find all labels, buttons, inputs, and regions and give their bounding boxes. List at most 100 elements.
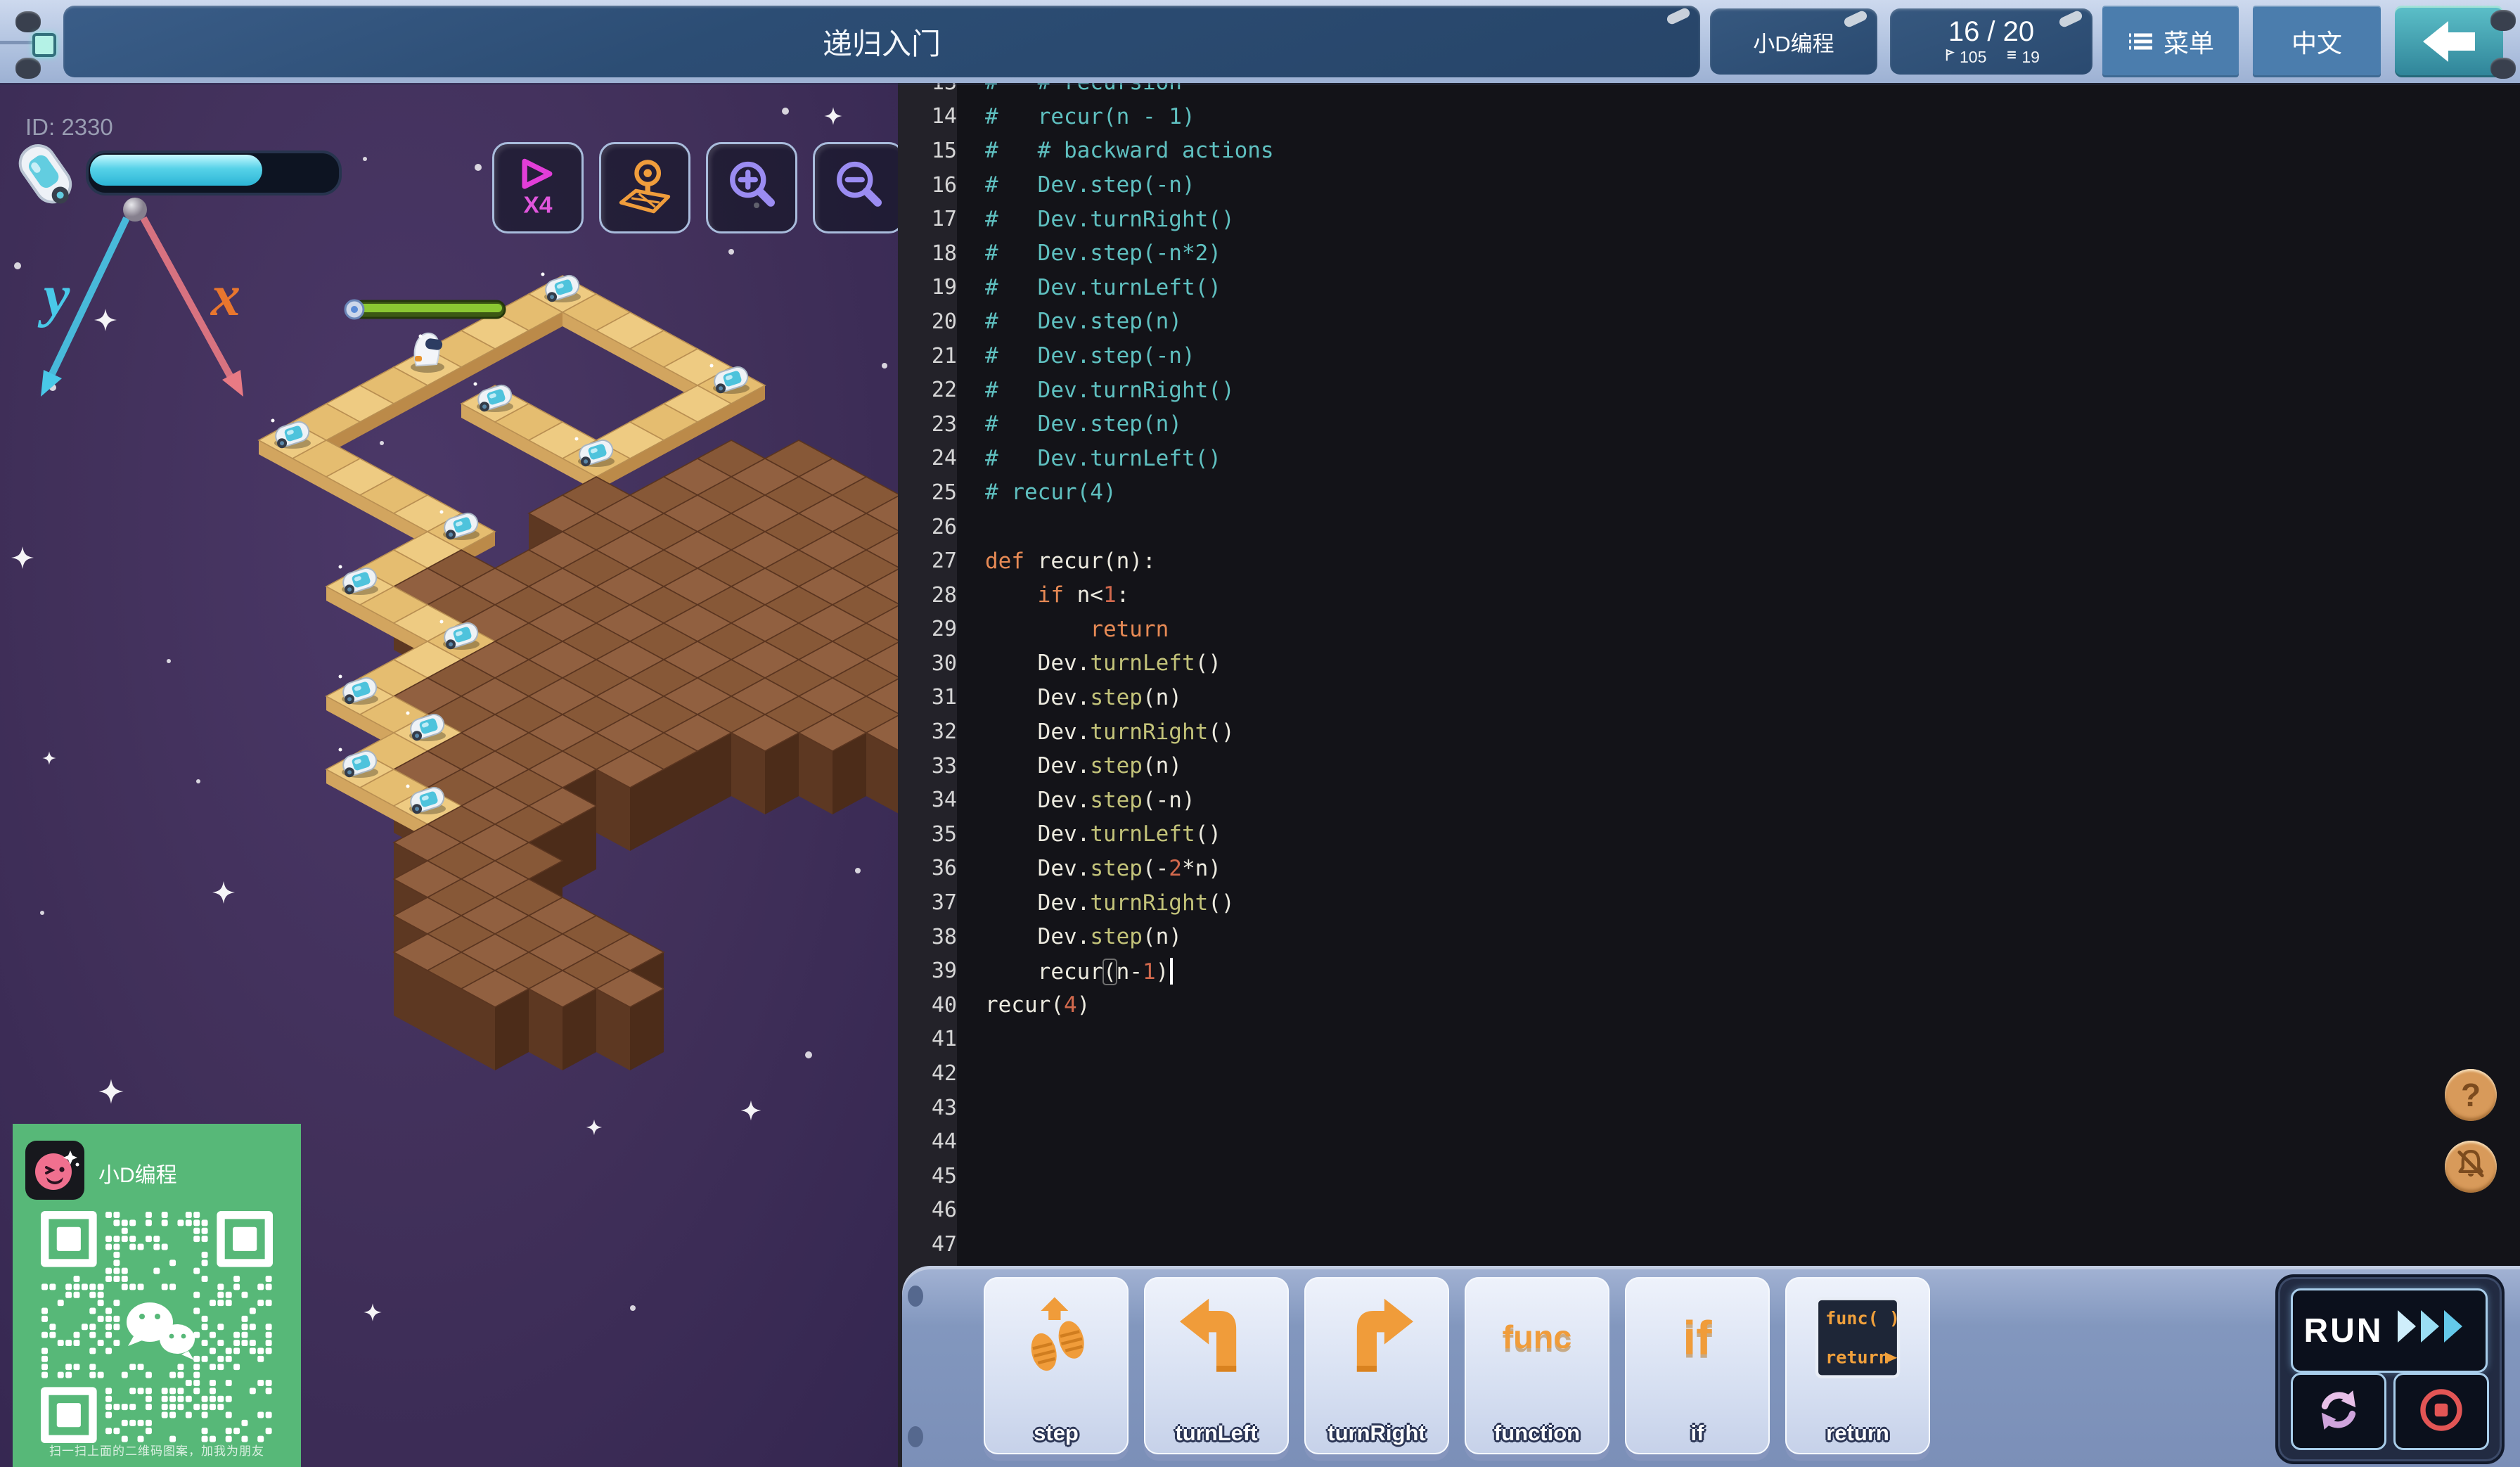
line-number: 32: [931, 719, 957, 745]
map-button[interactable]: [599, 142, 690, 233]
back-button[interactable]: [2395, 6, 2503, 77]
code-line-32: 32 Dev.turnRight(): [898, 715, 2520, 749]
svg-text:X4: X4: [524, 192, 553, 217]
line-number: 23: [931, 411, 957, 437]
block-card-step[interactable]: step: [984, 1277, 1129, 1454]
block-card-if[interactable]: if if if: [1625, 1277, 1770, 1454]
line-number: 27: [931, 549, 957, 574]
language-button[interactable]: 中文: [2253, 6, 2381, 77]
progress-button[interactable]: 16 / 20 105 19: [1890, 8, 2092, 75]
code-line-42: 42: [898, 1056, 2520, 1091]
qr-avatar: [25, 1141, 84, 1200]
stop-icon: [2414, 1383, 2469, 1441]
line-number: 29: [931, 617, 957, 642]
code-line-22: 22 # Dev.turnRight(): [898, 373, 2520, 407]
code-line-29: 29 return: [898, 613, 2520, 647]
func-text-icon: func func: [1491, 1293, 1583, 1388]
help-button[interactable]: ?: [2445, 1069, 2497, 1121]
stop-button[interactable]: [2393, 1373, 2489, 1450]
block-label: function: [1493, 1421, 1581, 1445]
zoom-out-icon: [828, 155, 889, 221]
line-number: 38: [931, 924, 957, 949]
return-block-icon: func( ) return: [1812, 1293, 1903, 1388]
line-number: 19: [931, 275, 957, 300]
line-number: 34: [931, 788, 957, 813]
mute-bell-icon: [2452, 1145, 2489, 1189]
lines-icon: [2005, 47, 2019, 67]
reset-loop-button[interactable]: [2291, 1373, 2386, 1450]
code-line-31: 31 Dev.step(n): [898, 681, 2520, 715]
line-number: 39: [931, 959, 957, 984]
block-card-turnRight[interactable]: turnRight: [1304, 1277, 1449, 1454]
mute-button[interactable]: [2445, 1141, 2497, 1193]
battery-item: [541, 272, 581, 302]
line-number: 18: [931, 241, 957, 266]
line-number: 22: [931, 378, 957, 403]
line-number: 42: [931, 1061, 957, 1087]
line-number: 43: [931, 1095, 957, 1120]
code-line-35: 35 Dev.turnLeft(): [898, 817, 2520, 852]
code-line-44: 44: [898, 1125, 2520, 1159]
block-card-return[interactable]: func( ) return return: [1785, 1277, 1930, 1454]
line-number: 41: [931, 1027, 957, 1052]
if-text-icon: if if: [1652, 1293, 1743, 1388]
text-caret: [1170, 957, 1174, 985]
line-number: 45: [931, 1163, 957, 1189]
wechat-qr-panel: 小D编程 扫一扫上面的二维码图案，加我为朋友: [13, 1124, 301, 1467]
tile-map: [257, 272, 898, 1070]
energy-bar: [86, 150, 342, 196]
axis-widget: yx: [37, 198, 243, 397]
line-number: 13: [898, 83, 968, 95]
code-line-27: 27 def recur(n):: [898, 544, 2520, 578]
block-label: step: [1034, 1421, 1079, 1445]
code-line-36: 36 Dev.step(-2*n): [898, 852, 2520, 886]
progress-count: 16 / 20: [1948, 16, 2035, 47]
block-label: return: [1826, 1421, 1889, 1445]
game-viewport: yx ID: 2330 X4 小D编程 扫一扫上面的二维码图案，加我为朋友: [0, 83, 898, 1467]
code-line-41: 41: [898, 1023, 2520, 1057]
code-line-13: 13# # recursion: [898, 83, 2520, 100]
code-editor[interactable]: 13# # recursion14# recur(n - 1)15# # bac…: [898, 83, 2520, 1467]
lines-stat: 19: [2021, 47, 2040, 66]
code-line-47: 47: [898, 1227, 2520, 1262]
line-number: 40: [931, 992, 957, 1018]
loop-icon: [2311, 1383, 2366, 1441]
code-line-30: 30 Dev.turnLeft(): [898, 646, 2520, 681]
run-button[interactable]: RUN: [2291, 1288, 2488, 1373]
code-line-45: 45: [898, 1159, 2520, 1193]
line-number: 33: [931, 753, 957, 779]
editor-lines: 13# # recursion14# recur(n - 1)15# # bac…: [898, 83, 2520, 1262]
run-arrows-icon: [2397, 1309, 2475, 1352]
frame-stud: [15, 11, 41, 32]
line-number: 28: [931, 582, 957, 608]
zoom-out-button[interactable]: [813, 142, 898, 233]
block-cards: step turnLeft turnRight func func function if i…: [984, 1277, 1930, 1454]
code-line-26: 26: [898, 510, 2520, 544]
block-card-turnLeft[interactable]: turnLeft: [1144, 1277, 1289, 1454]
axis-y-label: y: [37, 263, 70, 328]
zoom-in-icon: [721, 155, 783, 221]
speed-x4-button[interactable]: X4: [492, 142, 584, 233]
code-line-40: 40 recur(4): [898, 988, 2520, 1023]
app-name-button[interactable]: 小D编程: [1710, 8, 1877, 75]
block-card-function[interactable]: func func function: [1465, 1277, 1609, 1454]
code-line-34: 34 Dev.step(-n): [898, 783, 2520, 817]
qr-caption: 扫一扫上面的二维码图案，加我为朋友: [49, 1444, 264, 1458]
frame-stud: [908, 1426, 923, 1447]
code-line-23: 23 # Dev.step(n): [898, 407, 2520, 442]
hamburger-icon: [2127, 27, 2155, 56]
block-label: turnLeft: [1175, 1421, 1258, 1445]
speed-x4-icon: X4: [507, 155, 569, 221]
menu-button[interactable]: 菜单: [2102, 6, 2239, 77]
line-number: 16: [931, 172, 957, 198]
block-label: turnRight: [1328, 1421, 1426, 1445]
level-title-text: 递归入门: [822, 27, 941, 60]
zoom-in-button[interactable]: [706, 142, 797, 233]
map-icon: [614, 155, 676, 221]
app-name-label: 小D编程: [1753, 31, 1834, 56]
glint: [1665, 6, 1692, 26]
qr-account-name: 小D编程: [98, 1164, 177, 1187]
line-number: 14: [931, 104, 957, 129]
game-view-controls: X4: [492, 142, 898, 233]
code-line-43: 43: [898, 1091, 2520, 1125]
